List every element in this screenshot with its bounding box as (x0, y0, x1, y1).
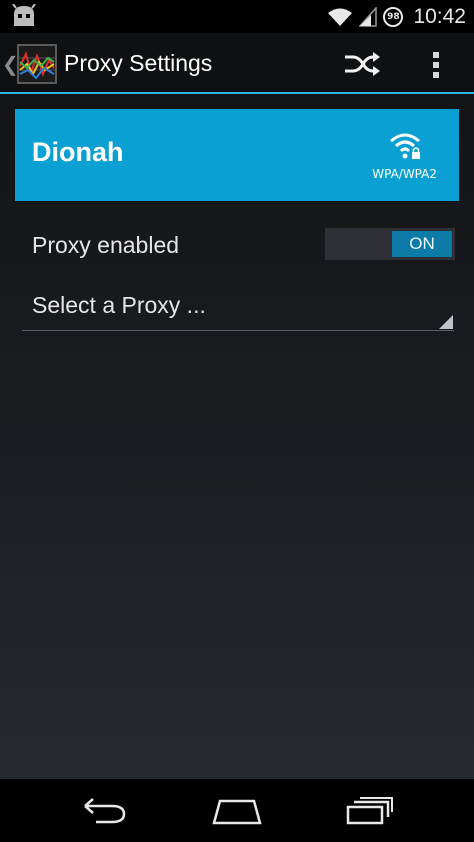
wifi-icon (328, 8, 353, 26)
back-icon[interactable] (82, 797, 128, 825)
toggle-on-label: ON (392, 231, 452, 257)
network-ssid: Dionah (32, 137, 124, 167)
navigation-bar (0, 779, 474, 842)
wifi-lock-icon (390, 133, 420, 159)
shuffle-icon[interactable] (343, 50, 381, 78)
home-icon[interactable] (212, 797, 262, 825)
battery-icon: 98 (383, 6, 404, 27)
proxy-select-dropdown[interactable]: Select a Proxy ... (22, 280, 454, 331)
page-title: Proxy Settings (64, 50, 213, 76)
dropdown-arrow-icon (439, 315, 453, 329)
settings-content: Dionah WPA/WPA2 Proxy enabled ON Select … (0, 94, 474, 779)
clock: 10:42 (413, 4, 466, 28)
overflow-menu-icon[interactable] (430, 51, 442, 79)
proxy-toggle[interactable]: ON (325, 228, 455, 260)
recents-icon[interactable] (346, 797, 394, 825)
network-card[interactable]: Dionah WPA/WPA2 (15, 109, 459, 201)
proxy-enabled-label: Proxy enabled (32, 232, 180, 258)
signal-icon (359, 6, 378, 27)
action-bar: ❮ Proxy Settings (0, 33, 474, 94)
status-bar: 98 10:42 (0, 0, 474, 33)
proxy-select-text: Select a Proxy ... (32, 292, 206, 318)
network-security: WPA/WPA2 (372, 167, 437, 181)
battery-level: 98 (387, 11, 400, 22)
cyanogenmod-icon (12, 4, 36, 26)
app-icon[interactable] (17, 44, 57, 84)
